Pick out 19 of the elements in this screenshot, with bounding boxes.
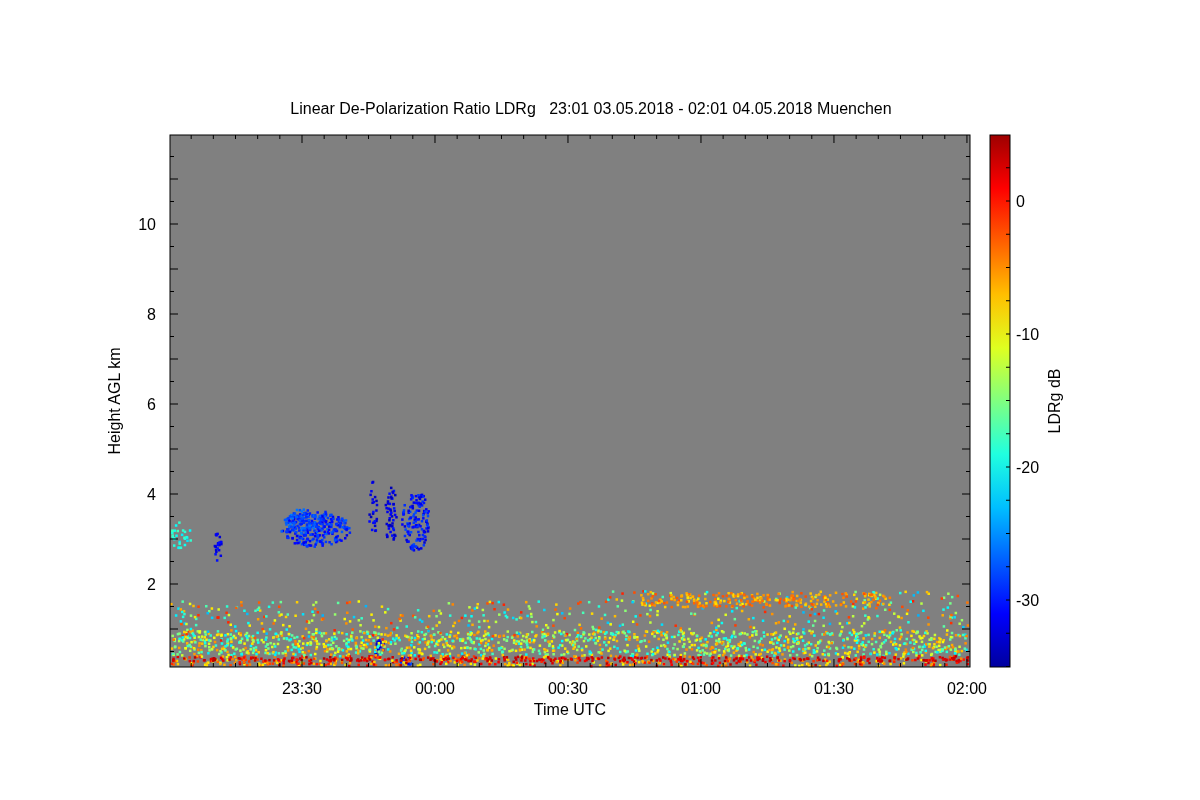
y-tick-label: 8	[147, 306, 156, 323]
x-axis-title: Time UTC	[533, 701, 607, 718]
x-tick-label: 23:30	[282, 680, 322, 697]
x-tick-label: 01:00	[680, 680, 721, 697]
chart-title: Linear De-Polarization Ratio LDRg 23:01 03.05.2018 - 02:01 04.05.2018 Muenchen	[290, 100, 892, 117]
y-tick-label: 2	[147, 576, 156, 593]
colorbar-tick-label: -10	[1016, 326, 1040, 343]
y-axis-title: Height AGL km	[106, 347, 123, 455]
y-tick-label: 10	[138, 216, 156, 233]
y-tick-label: 6	[147, 396, 156, 413]
y-tick-label: 4	[147, 486, 156, 503]
colorbar-tick-label: 0	[1016, 193, 1025, 210]
colorbar-tick-label: -30	[1016, 592, 1040, 609]
colorbar-tick-label: -20	[1016, 459, 1040, 476]
x-tick-label: 00:30	[547, 680, 588, 697]
colorbar-title: LDRg dB	[1046, 368, 1063, 434]
x-tick-label: 00:00	[414, 680, 455, 697]
x-tick-label: 01:30	[813, 680, 854, 697]
x-tick-label: 02:00	[946, 680, 987, 697]
